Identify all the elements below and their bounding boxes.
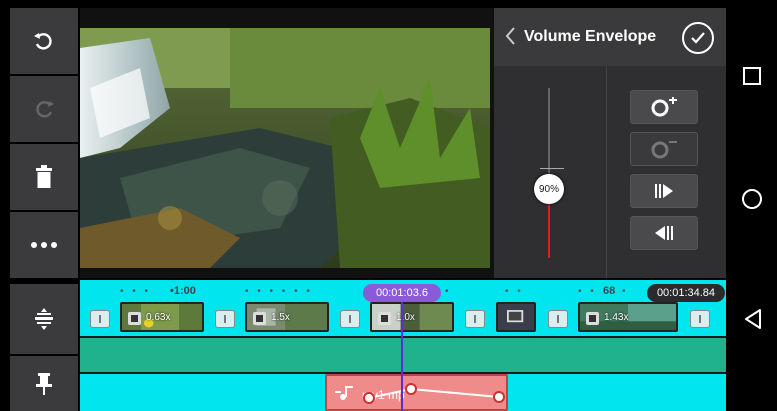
transition-marker[interactable] [215,310,235,328]
pin-icon [36,372,52,395]
clip-type-icon [586,312,599,325]
panel-title: Volume Envelope [524,28,657,45]
transition-marker[interactable] [340,310,360,328]
transition-marker[interactable] [690,310,710,328]
system-nav-bar [728,0,777,411]
slider-tick [540,168,552,169]
clip-speed-label: 1.5x [271,312,290,323]
add-keyframe-button[interactable] [630,90,698,124]
clip-speed-label: 1.43x [604,312,629,323]
left-toolbar [10,8,78,411]
remove-keyframe-icon [651,141,677,159]
ruler-dots: • [622,286,629,297]
ruler-dots: • • • • • • [245,286,313,297]
volume-slider-thumb[interactable]: 90% [534,174,564,204]
playhead-line[interactable] [401,300,403,411]
slider-tick [552,168,564,169]
more-icon [31,242,57,248]
ruler-dots: • • [505,286,524,297]
home-icon[interactable] [741,188,763,210]
split-icon [35,308,53,330]
split-button[interactable] [10,284,78,354]
transition-marker[interactable] [90,310,110,328]
back-icon[interactable] [743,308,763,330]
clip-speed-label: 0.63x [146,312,171,323]
ruler-dots: • • [578,286,597,297]
clip-speed-label: 1.0x [396,312,415,323]
prev-keyframe-icon [655,226,673,240]
chevron-left-icon[interactable] [504,26,516,46]
add-keyframe-icon [651,97,677,117]
redo-icon [36,101,54,118]
check-icon [691,32,705,44]
video-clip[interactable]: 1.5x [245,302,329,332]
timeline[interactable]: • • • •1:00 • • • • • • • • • • • 68 • 0… [80,280,726,411]
undo-icon [34,33,52,50]
pin-button[interactable] [10,356,78,411]
redo-button[interactable] [10,76,78,142]
volume-envelope-panel: Volume Envelope 90% [494,8,726,278]
ruler-dots: • [445,286,452,297]
video-clip[interactable]: 0.63x [120,302,204,332]
panel-divider [606,66,607,278]
trash-icon [36,165,52,188]
video-preview[interactable] [80,8,494,278]
clip-type-icon [378,312,391,325]
audio-track-empty[interactable] [80,338,726,372]
transition-marker[interactable] [465,310,485,328]
clip-type-icon [128,312,141,325]
confirm-button[interactable] [682,22,714,54]
video-clip[interactable]: 1.43x [578,302,678,332]
playhead-time: 00:01:03.6 [363,284,441,302]
delete-button[interactable] [10,144,78,210]
undo-button[interactable] [10,8,78,74]
next-keyframe-icon [655,184,673,198]
clip-thumbnail [498,304,534,330]
ruler-number: 68 [603,285,616,297]
next-keyframe-button[interactable] [630,174,698,208]
image-clip[interactable] [496,302,536,332]
more-button[interactable] [10,212,78,278]
ruler-dots: • • • [120,286,152,297]
clip-type-icon [253,312,266,325]
audio-clip[interactable]: my1 mp [325,374,508,411]
remove-keyframe-button[interactable] [630,132,698,166]
volume-envelope-line[interactable] [327,376,506,409]
end-time: 00:01:34.84 [647,284,725,302]
panel-header: Volume Envelope [494,8,726,66]
preview-frame [80,28,490,268]
prev-keyframe-button[interactable] [630,216,698,250]
transition-marker[interactable] [548,310,568,328]
ruler-time: •1:00 [170,285,196,297]
video-clip[interactable]: 1.0x [370,302,454,332]
recents-icon[interactable] [742,66,762,86]
